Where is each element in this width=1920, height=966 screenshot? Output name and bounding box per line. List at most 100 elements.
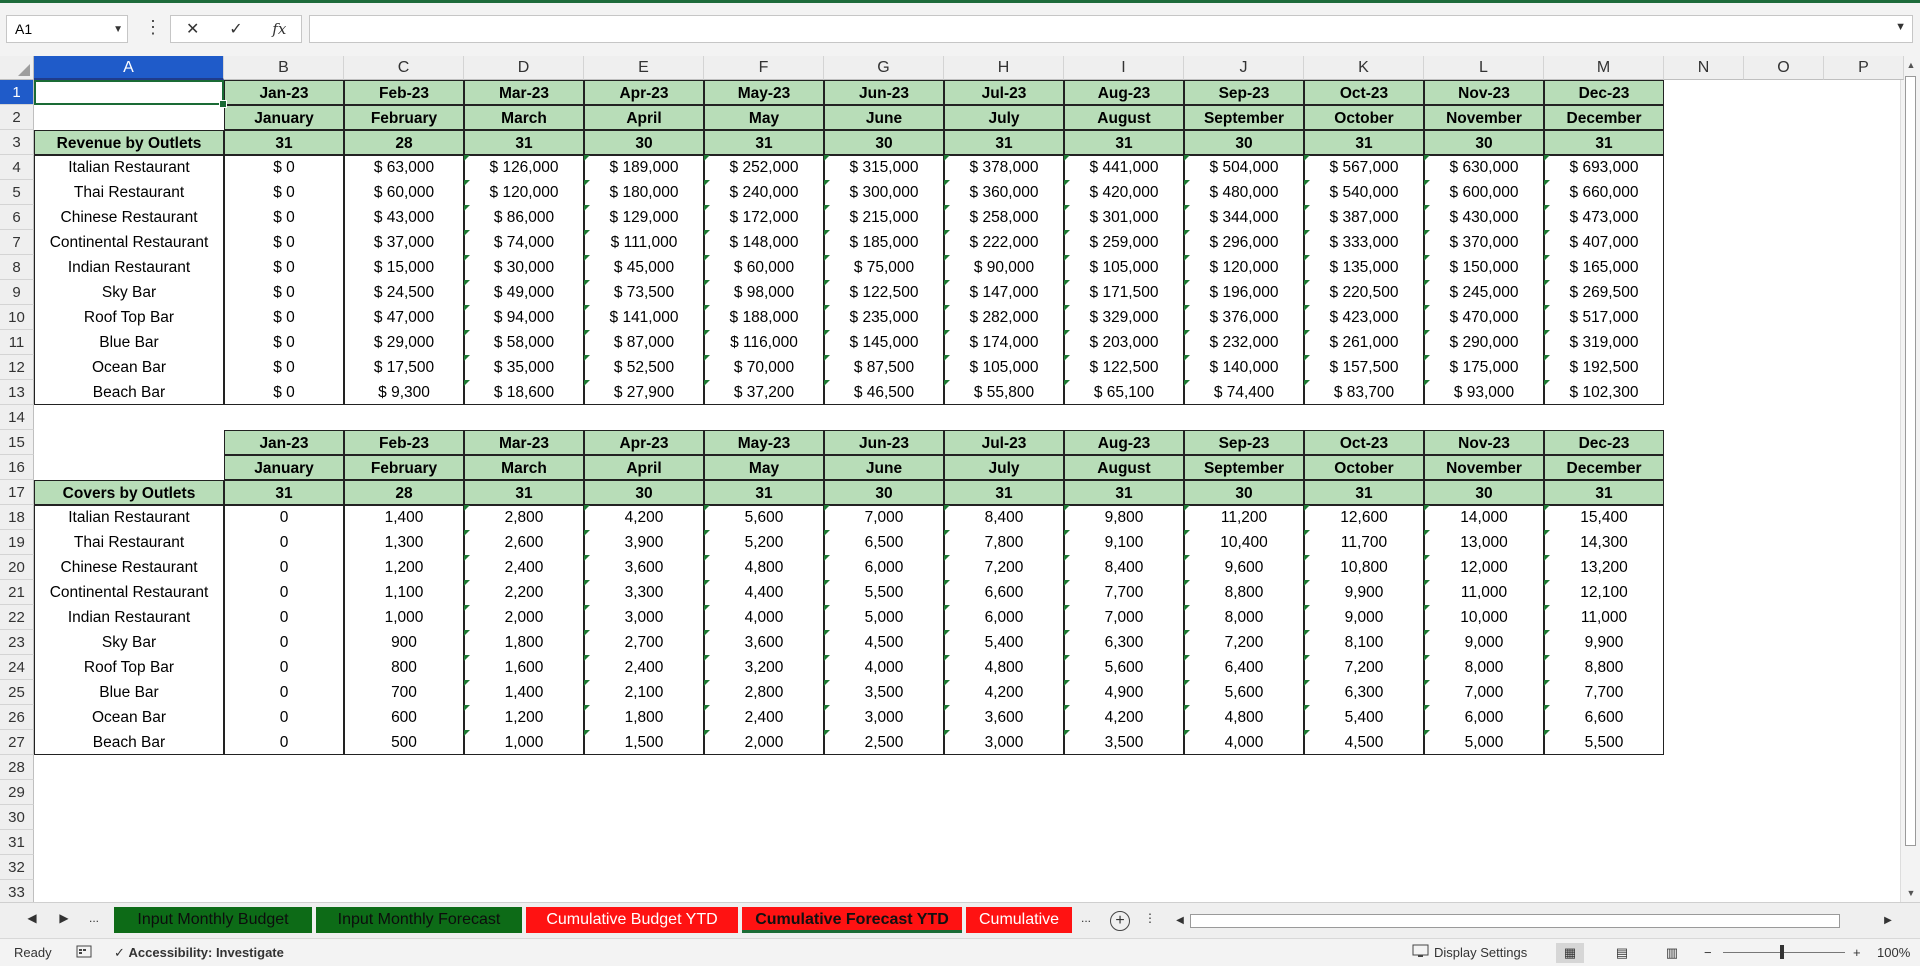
fill-handle[interactable]	[219, 100, 227, 108]
row-header-31[interactable]: 31	[0, 830, 34, 855]
row-header-22[interactable]: 22	[0, 605, 34, 630]
tab-prev-icon[interactable]: ◀	[24, 911, 40, 925]
row-header-26[interactable]: 26	[0, 705, 34, 730]
horizontal-scrollbar[interactable]: ◀ ▶	[1172, 912, 1896, 930]
selected-cell-a1[interactable]	[34, 80, 227, 108]
row-header-32[interactable]: 32	[0, 855, 34, 880]
covers-outlet-name: Ocean Bar	[91, 709, 167, 726]
covers-value-cell: 6,400	[1184, 655, 1304, 680]
column-header-h[interactable]: H	[944, 56, 1064, 80]
zoom-level[interactable]: 100%	[1877, 945, 1910, 960]
covers-value-cell: 11,700	[1304, 530, 1424, 555]
row-header-19[interactable]: 19	[0, 530, 34, 555]
row-header-10[interactable]: 10	[0, 305, 34, 330]
tab-next-icon[interactable]: ▶	[56, 911, 72, 925]
row-header-5[interactable]: 5	[0, 180, 34, 205]
row-header-23[interactable]: 23	[0, 630, 34, 655]
select-all-corner[interactable]	[0, 56, 34, 80]
horizontal-scroll-thumb[interactable]	[1190, 914, 1840, 928]
sheet-tab-3[interactable]: Cumulative Budget YTD	[526, 907, 738, 933]
row-header-24[interactable]: 24	[0, 655, 34, 680]
sheet-tab-2[interactable]: Input Monthly Forecast	[316, 907, 522, 933]
row-header-2[interactable]: 2	[0, 105, 34, 130]
scroll-right-icon[interactable]: ▶	[1880, 912, 1896, 930]
name-box[interactable]: A1 ▼	[6, 15, 128, 43]
row-header-12[interactable]: 12	[0, 355, 34, 380]
accessibility-status[interactable]: ✓ Accessibility: Investigate	[114, 945, 284, 961]
row-header-28[interactable]: 28	[0, 755, 34, 780]
page-break-preview-icon[interactable]: ▥	[1658, 943, 1686, 963]
column-header-e[interactable]: E	[584, 56, 704, 80]
row-header-14[interactable]: 14	[0, 405, 34, 430]
row-header-25[interactable]: 25	[0, 680, 34, 705]
column-header-j[interactable]: J	[1184, 56, 1304, 80]
spreadsheet-grid[interactable]: ▲ ▼ A B C D E F G H I J K L M N O P 1 2 3 4 5 6 7 8 9 10 11 12 13 14 1…	[0, 56, 1920, 902]
row-header-1[interactable]: 1	[0, 80, 34, 105]
row-header-16[interactable]: 16	[0, 455, 34, 480]
row-header-15[interactable]: 15	[0, 430, 34, 455]
display-settings-icon[interactable]	[1412, 943, 1430, 962]
zoom-out-button[interactable]: −	[1704, 945, 1712, 960]
scroll-left-icon[interactable]: ◀	[1172, 912, 1188, 930]
sheet-tab-4[interactable]: Cumulative Forecast YTD	[742, 907, 962, 933]
column-header-m[interactable]: M	[1544, 56, 1664, 80]
row-header-18[interactable]: 18	[0, 505, 34, 530]
tab-more-left[interactable]: ...	[86, 911, 102, 925]
sheet-tab-5[interactable]: Cumulative	[966, 907, 1072, 933]
column-header-g[interactable]: G	[824, 56, 944, 80]
row-header-27[interactable]: 27	[0, 730, 34, 755]
expand-formula-icon[interactable]: ▼	[1895, 21, 1906, 33]
scroll-up-icon[interactable]: ▲	[1904, 58, 1918, 72]
column-header-k[interactable]: K	[1304, 56, 1424, 80]
cancel-icon[interactable]: ✕	[178, 19, 208, 39]
row-header-17[interactable]: 17	[0, 480, 34, 505]
zoom-in-button[interactable]: +	[1853, 945, 1861, 960]
revenue-value-cell: $ 315,000	[824, 155, 944, 180]
page-layout-icon[interactable]: ▤	[1608, 943, 1636, 963]
column-header-d[interactable]: D	[464, 56, 584, 80]
enter-icon[interactable]: ✓	[221, 19, 251, 39]
column-header-i[interactable]: I	[1064, 56, 1184, 80]
covers-value-cell: 4,200	[584, 505, 704, 530]
covers-header-months-cell: Jan-23	[224, 430, 344, 455]
row-header-11[interactable]: 11	[0, 330, 34, 355]
column-header-p[interactable]: P	[1824, 56, 1904, 80]
scroll-down-icon[interactable]: ▼	[1904, 886, 1918, 900]
column-header-o[interactable]: O	[1744, 56, 1824, 80]
column-header-f[interactable]: F	[704, 56, 824, 80]
row-header-8[interactable]: 8	[0, 255, 34, 280]
row-header-20[interactable]: 20	[0, 555, 34, 580]
row-header-6[interactable]: 6	[0, 205, 34, 230]
column-header-a[interactable]: A	[34, 56, 224, 80]
row-header-30[interactable]: 30	[0, 805, 34, 830]
macro-record-icon[interactable]	[76, 943, 92, 962]
zoom-slider-knob[interactable]	[1780, 945, 1784, 959]
row-header-33[interactable]: 33	[0, 880, 34, 902]
row-header-13[interactable]: 13	[0, 380, 34, 405]
row-header-9[interactable]: 9	[0, 280, 34, 305]
tab-more-right[interactable]: ...	[1078, 911, 1094, 925]
sheet-tab-1[interactable]: Input Monthly Budget	[114, 907, 312, 933]
covers-value-cell: 11,000	[1424, 580, 1544, 605]
vertical-scroll-thumb[interactable]	[1905, 76, 1916, 846]
row-header-3[interactable]: 3	[0, 130, 34, 155]
add-sheet-icon[interactable]: +	[1110, 911, 1130, 931]
row-header-21[interactable]: 21	[0, 580, 34, 605]
normal-view-icon[interactable]: ▦	[1556, 943, 1584, 963]
row-header-4[interactable]: 4	[0, 155, 34, 180]
revenue-value-cell: $ 60,000	[373, 184, 435, 201]
tab-options-icon[interactable]: ⋮	[1142, 911, 1158, 925]
chevron-down-icon[interactable]: ▼	[113, 24, 123, 35]
column-header-c[interactable]: C	[344, 56, 464, 80]
column-header-n[interactable]: N	[1664, 56, 1744, 80]
insert-function-icon[interactable]: fx	[264, 20, 294, 38]
more-options-icon[interactable]: ⋮	[144, 17, 162, 38]
column-header-b[interactable]: B	[224, 56, 344, 80]
row-header-29[interactable]: 29	[0, 780, 34, 805]
row-header-7[interactable]: 7	[0, 230, 34, 255]
formula-input[interactable]: ▼	[309, 15, 1913, 43]
zoom-slider-track[interactable]	[1723, 952, 1845, 953]
vertical-scrollbar[interactable]: ▲ ▼	[1900, 56, 1920, 902]
column-header-l[interactable]: L	[1424, 56, 1544, 80]
display-settings-label[interactable]: Display Settings	[1434, 945, 1527, 960]
